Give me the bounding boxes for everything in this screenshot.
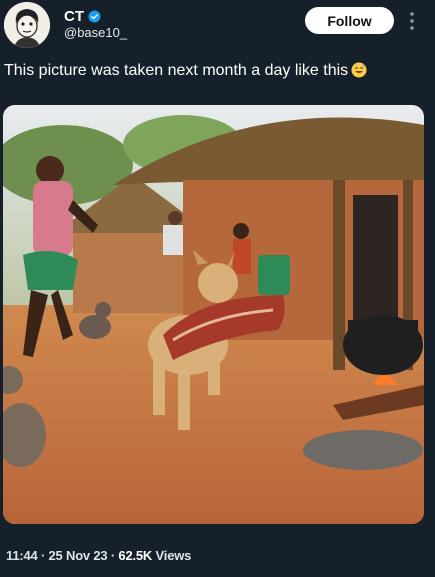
display-name[interactable]: CT bbox=[64, 8, 84, 25]
views-label: Views bbox=[155, 548, 192, 563]
tweet-text: This picture was taken next month a day … bbox=[4, 62, 367, 80]
tweet-photo[interactable] bbox=[3, 105, 424, 524]
separator: · bbox=[110, 548, 115, 563]
sweat-smile-emoji-icon bbox=[351, 62, 367, 78]
views-count[interactable]: 62.5K bbox=[118, 548, 152, 563]
tweet-meta: 11:44 · 25 Nov 23 · 62.5K Views bbox=[6, 548, 191, 563]
follow-button[interactable]: Follow bbox=[305, 7, 394, 34]
tweet-time[interactable]: 11:44 bbox=[6, 548, 38, 563]
more-options-icon[interactable] bbox=[407, 10, 417, 32]
user-handle[interactable]: @base10_ bbox=[64, 25, 127, 40]
tweet-header: CT @base10_ Follow bbox=[0, 0, 435, 52]
avatar[interactable] bbox=[4, 2, 50, 48]
verified-badge-icon bbox=[88, 10, 101, 23]
name-row[interactable]: CT bbox=[64, 8, 101, 25]
tweet-body: This picture was taken next month a day … bbox=[4, 62, 349, 79]
separator: · bbox=[40, 548, 46, 563]
tweet-date[interactable]: 25 Nov 23 bbox=[49, 548, 108, 563]
